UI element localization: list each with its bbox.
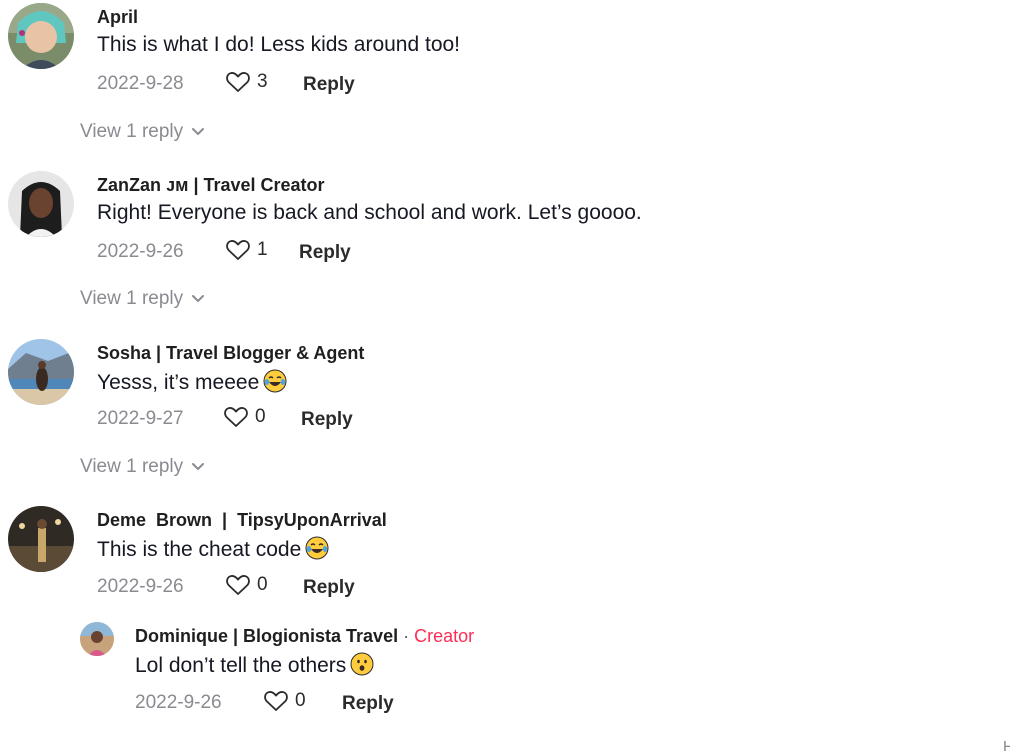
avatar-image-dominique [80, 622, 114, 656]
hide-replies-button[interactable]: Hi [1003, 739, 1010, 751]
heart-outline-icon [226, 72, 250, 92]
like-button[interactable]: 0 [263, 689, 306, 713]
reply-button[interactable]: Reply [301, 409, 353, 431]
comment-date: 2022-9-27 [97, 408, 184, 429]
comment-date: 2022-9-28 [97, 73, 184, 94]
comment-text: Right! Everyone is back and school and w… [97, 201, 642, 224]
like-button[interactable]: 0 [225, 573, 268, 597]
comment-date: 2022-9-26 [97, 576, 184, 597]
like-count: 0 [295, 690, 306, 711]
creator-badge: Creator [414, 626, 475, 646]
heart-outline-icon [226, 240, 250, 260]
comment-text-content: Lol don’t tell the others [135, 654, 347, 677]
avatar-image-april [8, 3, 74, 69]
like-count: 0 [255, 406, 266, 427]
view-replies-label: View 1 reply [80, 121, 184, 142]
comment-text-content: This is the cheat code [97, 538, 302, 561]
chevron-down-icon [192, 463, 205, 471]
chevron-down-icon [192, 128, 205, 136]
reply-button[interactable]: Reply [303, 577, 355, 599]
username[interactable]: Sosha | Travel Blogger & Agent [97, 343, 364, 364]
like-count: 0 [257, 574, 268, 595]
avatar-image-sosha [8, 339, 74, 405]
view-replies-label: View 1 reply [80, 288, 184, 309]
comment-text: This is what I do! Less kids around too! [97, 33, 461, 56]
avatar[interactable] [80, 622, 114, 656]
face-with-tears-of-joy-icon [263, 369, 287, 393]
heart-outline-icon [226, 575, 250, 595]
like-button[interactable]: 3 [225, 70, 268, 94]
comment-text: Lol don’t tell the others [135, 652, 374, 678]
reply-button[interactable]: Reply [303, 74, 355, 96]
comment-text: This is the cheat code [97, 536, 329, 562]
username[interactable]: April [97, 7, 138, 28]
like-count: 1 [257, 239, 268, 260]
reply-button[interactable]: Reply [299, 242, 351, 264]
username[interactable]: ZanZan ᴊᴍ | Travel Creator [97, 175, 325, 196]
comment-date: 2022-9-26 [97, 241, 184, 262]
avatar-image-zanzan [8, 171, 74, 237]
view-replies-button[interactable]: View 1 reply [80, 456, 205, 478]
comments-panel: April This is what I do! Less kids aroun… [0, 0, 1010, 751]
avatar[interactable] [8, 506, 74, 572]
like-button[interactable]: 1 [225, 238, 268, 262]
like-button[interactable]: 0 [223, 405, 266, 429]
avatar[interactable] [8, 3, 74, 69]
heart-outline-icon [224, 407, 248, 427]
avatar[interactable] [8, 339, 74, 405]
avatar[interactable] [8, 171, 74, 237]
face-with-tears-of-joy-icon [305, 536, 329, 560]
like-count: 3 [257, 71, 268, 92]
view-replies-button[interactable]: View 1 reply [80, 288, 205, 310]
comment-date: 2022-9-26 [135, 692, 222, 713]
view-replies-label: View 1 reply [80, 456, 184, 477]
comment-text-content: Yesss, it’s meeee [97, 371, 260, 394]
comment-text: Yesss, it’s meeee [97, 369, 287, 395]
reply-username-link[interactable]: Dominique | Blogionista Travel [135, 626, 398, 646]
reply-username: Dominique | Blogionista Travel · Creator [135, 626, 474, 647]
username[interactable]: Deme Brown | TipsyUponArrival [97, 510, 387, 531]
view-replies-button[interactable]: View 1 reply [80, 121, 205, 143]
separator: · [403, 626, 410, 646]
reply-button[interactable]: Reply [342, 693, 394, 715]
avatar-image-deme [8, 506, 74, 572]
chevron-down-icon [192, 295, 205, 303]
heart-outline-icon [264, 691, 288, 711]
hushed-face-icon [350, 652, 374, 676]
